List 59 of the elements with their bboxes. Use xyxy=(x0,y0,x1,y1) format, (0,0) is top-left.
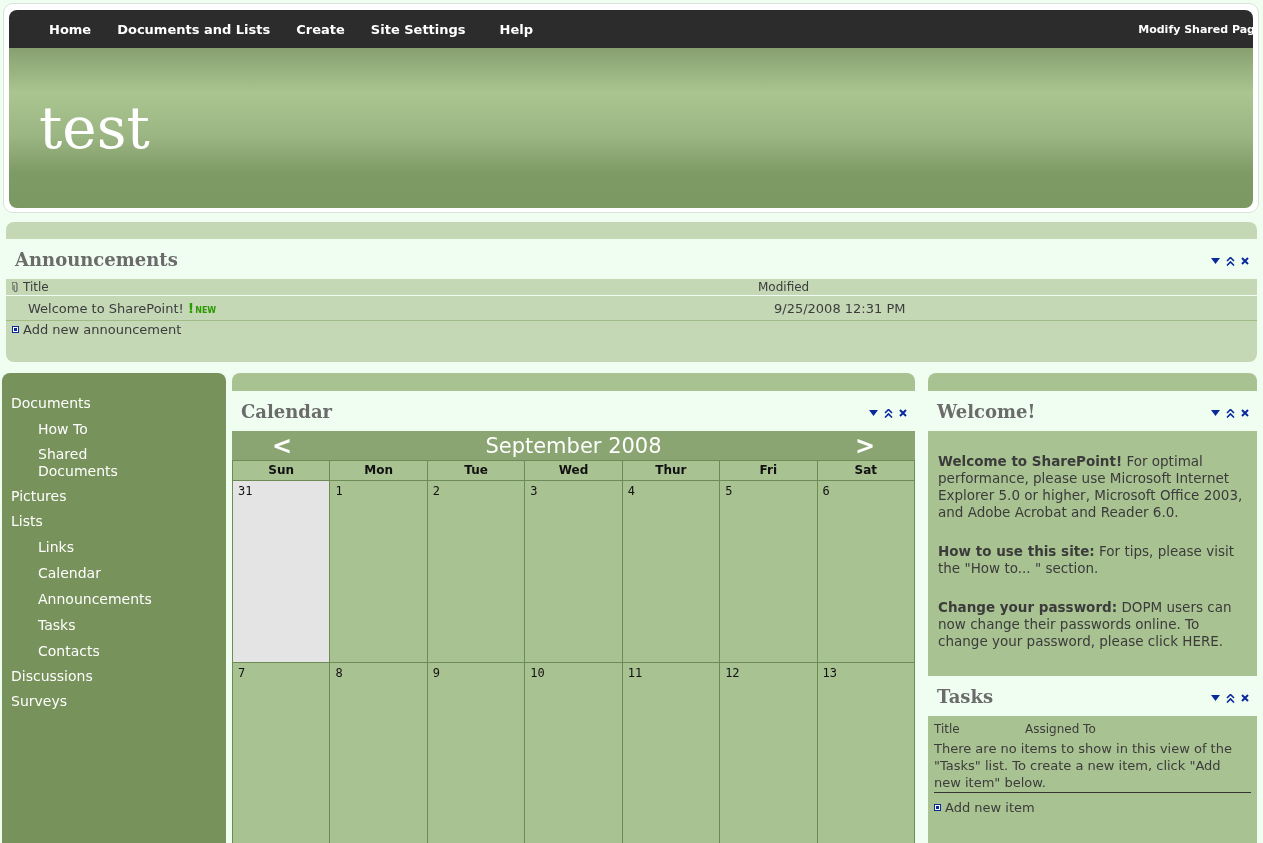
new-label: !NEW xyxy=(187,300,217,316)
calendar-day-cell[interactable]: 9 xyxy=(427,662,526,843)
month-title: September 2008 xyxy=(485,433,662,458)
dropdown-icon[interactable] xyxy=(1211,410,1220,416)
weekday-header: Thur xyxy=(622,460,721,480)
calendar-day-cell[interactable]: 8 xyxy=(330,662,428,843)
column-header[interactable]: Title xyxy=(934,722,1025,736)
web-part-title: Announcements xyxy=(15,248,178,270)
empty-list-message: There are no items to show in this view of the "Tasks" list. To create a new item, click "Add new item" below. xyxy=(934,740,1251,793)
paperclip-icon xyxy=(12,281,19,293)
column-header[interactable]: Modified xyxy=(758,280,810,294)
nav-link[interactable]: Create xyxy=(296,21,359,37)
close-icon[interactable] xyxy=(1241,257,1249,265)
web-part-title: Welcome! xyxy=(937,400,1036,422)
add-announcement-link[interactable]: Add new announcement xyxy=(23,321,182,337)
nav-link[interactable]: Help xyxy=(499,21,548,37)
column-header[interactable]: Assigned To xyxy=(1025,722,1096,736)
close-icon[interactable] xyxy=(1241,409,1249,417)
announcement-link[interactable]: Welcome to SharePoint! xyxy=(28,300,184,316)
calendar-day-cell[interactable]: 1 xyxy=(330,480,428,662)
web-part-title: Calendar xyxy=(241,400,333,422)
dropdown-icon[interactable] xyxy=(1211,695,1220,701)
calendar-day-cell[interactable]: 12 xyxy=(720,662,818,843)
welcome-paragraph: Welcome to SharePoint! For optimal performance, please use Microsoft Internet Explorer 5.0 or higher, Microsoft Office 2003, and Adobe Acrobat and Reader 6.0. xyxy=(938,453,1244,521)
site-title: test xyxy=(39,99,150,157)
weekday-header: Sat xyxy=(817,460,915,480)
welcome-paragraph: Change your password: DOPM users can now change their passwords online. To change your password, please click HERE. xyxy=(938,599,1233,650)
calendar-day-cell[interactable]: 3 xyxy=(525,480,623,662)
welcome-paragraph: How to use this site: For tips, please visit the "How to... " section. xyxy=(938,543,1236,577)
add-item-link[interactable]: Add new item xyxy=(945,799,1035,815)
dropdown-icon[interactable] xyxy=(869,410,878,416)
column-header[interactable]: Title xyxy=(23,280,49,294)
bullet-icon xyxy=(934,803,941,811)
collapse-icon[interactable] xyxy=(884,408,893,418)
bullet-icon xyxy=(12,325,19,333)
weekday-header: Wed xyxy=(525,460,623,480)
weekday-header: Fri xyxy=(720,460,818,480)
nav-link[interactable]: Home xyxy=(49,21,106,37)
web-part-title: Tasks xyxy=(937,685,994,707)
calendar-day-cell[interactable]: 13 xyxy=(817,662,915,843)
calendar-day-cell[interactable]: 6 xyxy=(817,480,915,662)
nav-link[interactable]: Site Settings xyxy=(370,21,480,37)
modified-date: 9/25/2008 12:31 PM xyxy=(774,300,906,316)
collapse-icon[interactable] xyxy=(1226,256,1235,266)
calendar-day-cell[interactable]: 7 xyxy=(233,662,331,843)
close-icon[interactable] xyxy=(1241,694,1249,702)
calendar-day-cell[interactable]: 31 xyxy=(233,480,331,662)
calendar-day-cell[interactable]: 5 xyxy=(720,480,818,662)
weekday-header: Tue xyxy=(427,460,526,480)
calendar-day-cell[interactable]: 10 xyxy=(525,662,623,843)
collapse-icon[interactable] xyxy=(1226,693,1235,703)
dropdown-icon[interactable] xyxy=(1211,258,1220,264)
calendar-day-cell[interactable]: 2 xyxy=(427,480,526,662)
weekday-header: Mon xyxy=(330,460,428,480)
nav-link[interactable]: Documents and Lists xyxy=(117,21,285,37)
calendar-day-cell[interactable]: 4 xyxy=(622,480,721,662)
calendar-day-cell[interactable]: 11 xyxy=(622,662,721,843)
collapse-icon[interactable] xyxy=(1226,408,1235,418)
close-icon[interactable] xyxy=(899,409,907,417)
